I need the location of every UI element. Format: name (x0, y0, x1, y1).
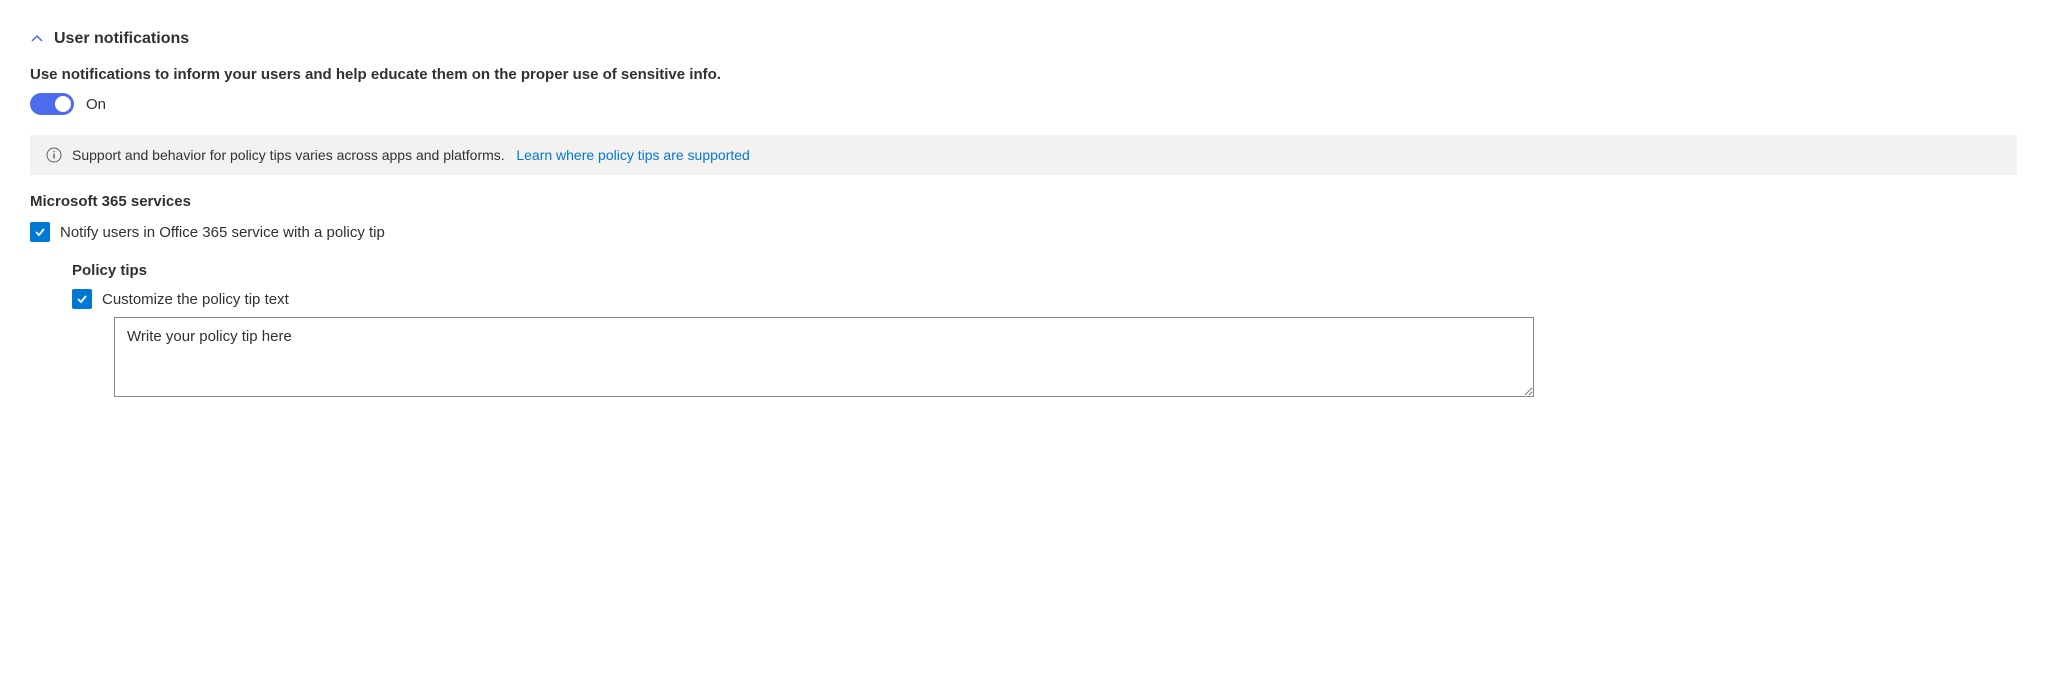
notify-users-label: Notify users in Office 365 service with … (60, 224, 385, 241)
policy-tips-section: Policy tips Customize the policy tip tex… (30, 262, 2017, 400)
subsection-title-m365: Microsoft 365 services (30, 193, 2017, 210)
chevron-up-icon (30, 32, 44, 46)
notify-users-checkbox[interactable] (30, 222, 50, 242)
notifications-toggle-row: On (30, 93, 2017, 115)
customize-policy-tip-label: Customize the policy tip text (102, 291, 289, 308)
info-icon (46, 147, 62, 163)
toggle-state-label: On (86, 96, 106, 113)
policy-tip-textarea-wrap (72, 317, 2017, 400)
section-header-user-notifications[interactable]: User notifications (30, 30, 2017, 48)
section-title: User notifications (54, 30, 189, 48)
customize-policy-tip-checkbox[interactable] (72, 289, 92, 309)
checkbox-row-notify-users: Notify users in Office 365 service with … (30, 222, 2017, 242)
info-text: Support and behavior for policy tips var… (72, 147, 750, 163)
policy-tips-title: Policy tips (72, 262, 2017, 279)
section-description: Use notifications to inform your users a… (30, 66, 2017, 83)
toggle-thumb (55, 96, 71, 112)
policy-tip-textarea[interactable] (114, 317, 1534, 397)
info-link[interactable]: Learn where policy tips are supported (516, 147, 749, 163)
notifications-toggle[interactable] (30, 93, 74, 115)
info-text-content: Support and behavior for policy tips var… (72, 147, 505, 163)
info-bar: Support and behavior for policy tips var… (30, 135, 2017, 175)
checkbox-row-customize: Customize the policy tip text (72, 289, 2017, 309)
